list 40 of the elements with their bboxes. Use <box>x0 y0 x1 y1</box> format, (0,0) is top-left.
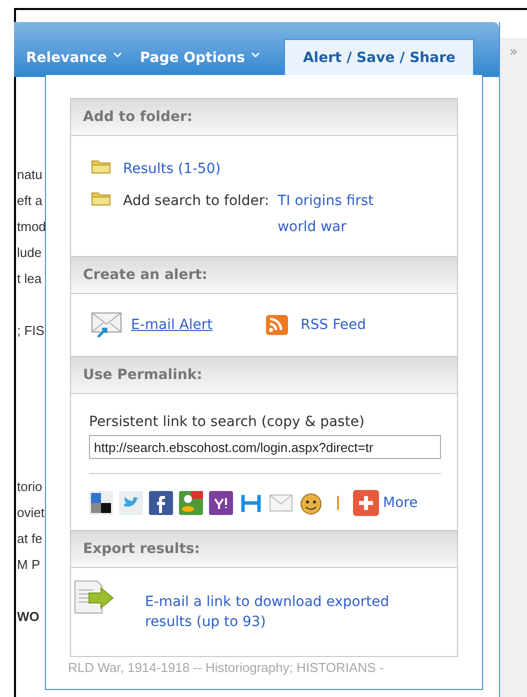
more-share-link[interactable]: More <box>353 490 418 516</box>
folder-icon <box>91 158 111 174</box>
background-text: natu <box>17 167 42 183</box>
background-text: at fe <box>17 531 42 547</box>
folder-icon <box>91 190 111 206</box>
section-header: Create an alert: <box>71 256 457 294</box>
rss-icon <box>264 314 289 336</box>
permalink-label: Persistent link to search (copy & paste) <box>89 413 366 432</box>
email-alert-link[interactable]: E-mail Alert <box>91 312 213 338</box>
section-header: Export results: <box>71 530 457 568</box>
section-header: Use Permalink: <box>71 356 457 394</box>
background-text: torio <box>17 479 42 495</box>
background-text: oviet <box>17 505 44 521</box>
section-header: Add to folder: <box>71 98 457 136</box>
folder-link[interactable]: TI origins first world war <box>278 188 408 240</box>
background-text: t lea <box>17 271 42 287</box>
chevron-down-icon <box>112 52 122 58</box>
background-text: tmod <box>17 219 46 235</box>
tab[interactable]: Page Options <box>140 39 278 77</box>
export-link[interactable]: E-mail a link to download exported results (up to 93) <box>145 592 415 632</box>
share-icon[interactable] <box>89 491 113 515</box>
folder-link[interactable]: Results (1-50) <box>123 156 221 182</box>
background-text: M P <box>17 557 40 573</box>
background-text: ; FIS <box>17 323 44 339</box>
background-text: WO <box>17 609 40 625</box>
plus-icon <box>353 490 379 516</box>
rss-feed-link[interactable]: RSS Feed <box>264 314 366 336</box>
envelope-icon <box>91 312 123 338</box>
chevron-down-icon <box>250 52 260 58</box>
tab[interactable]: Relevance <box>26 39 140 77</box>
tab[interactable]: Alert / Save / Share <box>284 39 474 77</box>
background-text: RLD War, 1914-1918 -- Historiography; HISTORIANS - <box>68 659 384 677</box>
background-text: lude <box>17 245 42 261</box>
letter-f-icon[interactable] <box>149 491 173 515</box>
permalink-field[interactable]: http://search.ebscohost.com/login.aspx?direct=tr <box>89 435 441 459</box>
document-arrow-icon <box>73 580 115 614</box>
smiley-icon[interactable] <box>299 491 323 515</box>
folder-label: Add search to folder: <box>123 192 270 211</box>
background-text: eft a <box>17 193 42 209</box>
yahoo-icon[interactable] <box>209 491 233 515</box>
